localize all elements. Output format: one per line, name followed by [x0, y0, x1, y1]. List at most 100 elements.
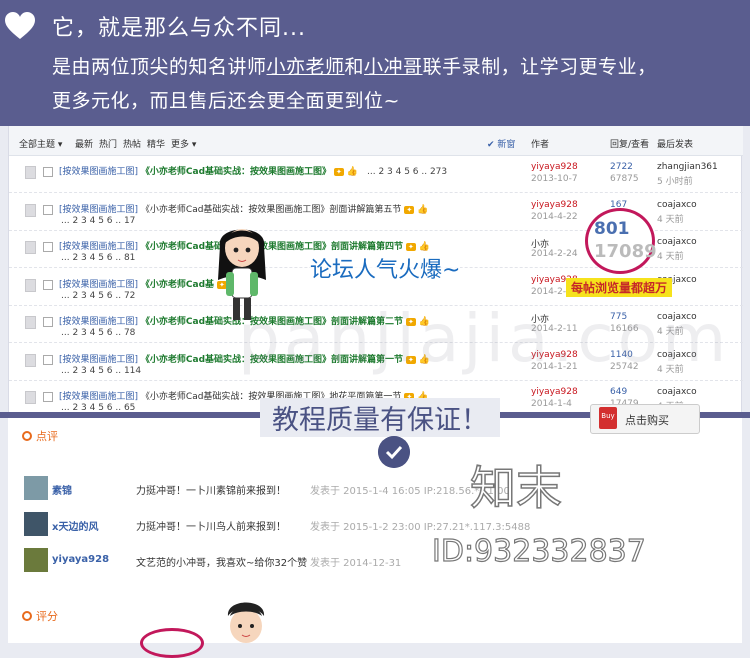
hero-line-2: 是由两位顶尖的知名讲师小亦老师和小冲哥联手录制，让学习更专业，: [52, 56, 657, 78]
thread-last-user[interactable]: coajaxco: [657, 237, 697, 247]
comment-text: 力挺冲哥！一卜川素锦前来报到！: [136, 486, 286, 497]
comment-text: 力挺冲哥！一卜川鸟人前来报到！: [136, 522, 286, 533]
highlight-circle: 801 17089: [585, 208, 657, 274]
thread-author[interactable]: yiyaya928: [531, 200, 578, 210]
thread-icon: [25, 316, 36, 329]
thread-row[interactable]: [按效果图画施工图] 《小亦老师Cad基础实战：按效果图画施工图》 ✦ 👍 ... …: [9, 156, 743, 193]
thread-title-line: [按效果图画施工图] 《小亦老师Cad基础实战：按效果图画施工图》剖面讲解篇第五…: [59, 202, 429, 215]
watermark-brand: 知末: [469, 460, 563, 516]
new-window-toggle[interactable]: ✔ 新窗: [487, 137, 515, 150]
thread-date: 2014-2-24: [531, 249, 578, 259]
avatar[interactable]: [24, 512, 48, 536]
hero-banner: 它，就是那么与众不同... 是由两位顶尖的知名讲师小亦老师和小冲哥联手录制，让学…: [0, 0, 750, 126]
quality-heading: 教程质量有保证！: [260, 398, 500, 437]
thumb-icon: 👍: [418, 242, 431, 252]
filter-hotpost[interactable]: 热帖: [123, 137, 141, 150]
thread-last-time: 4 天前: [657, 252, 684, 262]
thread-title[interactable]: 《小亦老师Cad基础实战：按效果图画施工图》: [141, 167, 331, 177]
hero-line-3: 更多元化，而且售后还会更全面更到位~: [52, 90, 400, 112]
comment-item: 素锦 力挺冲哥！一卜川素锦前来报到！ 发表于 2015-1-4 16:05 IP:2…: [24, 476, 724, 502]
thread-replies: 649: [610, 387, 628, 397]
thread-views: 67875: [610, 174, 639, 184]
thread-pages[interactable]: ... 2 3 4 5 6 .. 78: [61, 328, 135, 338]
comment-meta: 发表于 2015-1-2 23:00 IP:27.21*.117.3:5488: [310, 522, 531, 533]
hot-tag-icon: ✦: [404, 205, 415, 214]
teacher-xiaochong: 小冲哥: [364, 56, 423, 78]
thread-icon: [25, 166, 36, 179]
popular-caption: 论坛人气火爆~: [310, 252, 461, 284]
thread-date: 2014-1-4: [531, 399, 572, 409]
buy-label: 点击购买: [625, 414, 669, 427]
thread-checkbox[interactable]: [43, 317, 53, 327]
thread-last-user[interactable]: coajaxco: [657, 387, 697, 397]
thread-title[interactable]: 《小亦老师Cad基: [141, 280, 214, 290]
comment-user[interactable]: yiyaya928: [52, 554, 109, 565]
col-last-post: 最后发表: [657, 140, 694, 150]
highlight-circle-bottom: [140, 628, 204, 658]
teacher-xiaoyi: 小亦老师: [266, 56, 345, 78]
highlight-views: 17089: [594, 241, 657, 262]
thread-pages[interactable]: ... 2 3 4 5 6 .. 81: [61, 253, 135, 263]
thread-date: 2014-4-22: [531, 211, 578, 222]
thread-icon: [25, 353, 36, 367]
col-author: 作者: [531, 140, 550, 150]
thread-icon: [25, 203, 36, 217]
thread-category[interactable]: [按效果图画施工图]: [59, 317, 138, 327]
filter-latest[interactable]: 最新: [75, 137, 93, 150]
thread-pages[interactable]: ... 2 3 4 5 6 .. 17: [61, 216, 135, 226]
thread-category[interactable]: [按效果图画施工图]: [59, 205, 138, 215]
thread-checkbox[interactable]: [43, 392, 53, 402]
heart-icon: [5, 12, 35, 39]
highlight-replies: 801: [594, 219, 630, 239]
watermark-faint: panjiajia.com: [238, 300, 731, 377]
col-reply-view: 回复/查看: [610, 140, 650, 150]
thread-pages[interactable]: ... 2 3 4 5 6 .. 72: [61, 291, 135, 301]
thread-author[interactable]: yiyaya928: [531, 387, 578, 397]
thread-category[interactable]: [按效果图画施工图]: [59, 355, 138, 365]
thread-replies: 2722: [610, 162, 633, 172]
buy-button[interactable]: Buy 点击购买: [590, 404, 700, 434]
check-icon: [378, 436, 410, 468]
thread-category[interactable]: [按效果图画施工图]: [59, 242, 138, 252]
boy-mascot: [227, 602, 265, 643]
thread-checkbox[interactable]: [43, 279, 53, 290]
thread-checkbox[interactable]: [43, 204, 53, 215]
thread-last-user[interactable]: coajaxco: [657, 200, 697, 210]
forum-header: 全部主题 ▾ 最新 热门 热帖 精华 更多 ▾ ✔ 新窗 作者 回复/查看 最后…: [9, 126, 743, 156]
avatar[interactable]: [24, 476, 48, 500]
shopping-bag-icon: Buy: [599, 407, 617, 429]
comment-user[interactable]: x天边的风: [52, 518, 98, 533]
thread-pages[interactable]: ... 2 3 4 5 6 .. 273: [367, 167, 447, 177]
thread-title[interactable]: 《小亦老师Cad基础实战：按效果图画施工图》剖面讲解篇第五节: [141, 205, 402, 215]
thread-checkbox[interactable]: [43, 242, 53, 252]
views-badge: 每帖浏览量都超万: [566, 278, 673, 297]
thread-category[interactable]: [按效果图画施工图]: [59, 392, 138, 402]
thread-icon: [25, 278, 36, 292]
filter-more[interactable]: 更多 ▾: [171, 137, 196, 150]
avatar[interactable]: [24, 548, 48, 572]
thumb-icon: 👍: [417, 204, 429, 215]
hero-headline: 它，就是那么与众不同...: [52, 16, 306, 41]
hot-tag-icon: ✦: [406, 243, 416, 251]
filter-digest[interactable]: 精华: [147, 137, 165, 150]
thread-author[interactable]: yiyaya928: [531, 162, 578, 172]
comment-user[interactable]: 素锦: [52, 482, 72, 497]
thread-last-time: 4 天前: [657, 214, 684, 225]
thread-icon: [25, 241, 36, 254]
thread-category[interactable]: [按效果图画施工图]: [59, 167, 138, 177]
section-comments: 点评: [22, 428, 58, 444]
thread-date: 2013-10-7: [531, 174, 578, 184]
thread-category[interactable]: [按效果图画施工图]: [59, 280, 138, 290]
thread-last-time: 5 小时前: [657, 177, 693, 187]
section-rating: 评分: [22, 608, 58, 624]
thread-checkbox[interactable]: [43, 167, 53, 177]
thread-pages[interactable]: ... 2 3 4 5 6 .. 114: [61, 366, 141, 376]
hot-tag-icon: ✦: [334, 168, 344, 176]
watermark-id: ID:932332837: [431, 533, 646, 569]
comments-panel: 点评 素锦 力挺冲哥！一卜川素锦前来报到！ 发表于 2015-1-4 16:05 I…: [8, 418, 742, 643]
filter-hot[interactable]: 热门: [99, 137, 117, 150]
thread-checkbox[interactable]: [43, 354, 53, 365]
filter-all[interactable]: 全部主题 ▾: [19, 137, 62, 150]
thumb-icon: 👍: [346, 167, 359, 177]
thread-last-user[interactable]: zhangjian361: [657, 162, 718, 172]
